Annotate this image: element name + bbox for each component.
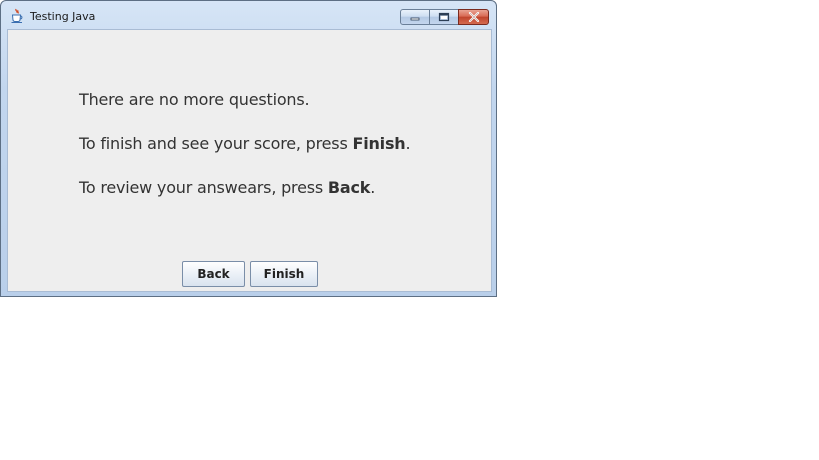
finish-button[interactable]: Finish xyxy=(250,261,318,287)
message-line-1: There are no more questions. xyxy=(79,90,310,109)
back-button[interactable]: Back xyxy=(182,261,245,287)
message-line-2-bold: Finish xyxy=(352,134,406,153)
back-instruction-text: To review your answears, press Back. xyxy=(79,178,375,197)
maximize-button[interactable] xyxy=(429,9,459,25)
finish-instruction-text: To finish and see your score, press Fini… xyxy=(79,134,411,153)
message-line-3-prefix: To review your answears, press xyxy=(79,178,328,197)
close-button[interactable] xyxy=(458,9,489,25)
window-title: Testing Java xyxy=(30,10,96,23)
message-line-3-bold: Back xyxy=(327,178,371,197)
close-icon xyxy=(468,12,479,22)
minimize-button[interactable] xyxy=(400,9,430,25)
message-line-3-suffix: . xyxy=(370,178,376,197)
no-more-questions-text: There are no more questions. xyxy=(79,90,310,109)
app-window: Testing Java There are no more questions… xyxy=(0,0,497,297)
java-cup-icon[interactable] xyxy=(9,8,25,24)
title-bar[interactable]: Testing Java xyxy=(1,1,496,29)
message-line-2-suffix: . xyxy=(405,134,411,153)
content-panel: There are no more questions. To finish a… xyxy=(7,29,492,292)
maximize-icon xyxy=(438,12,450,22)
minimize-icon xyxy=(410,17,420,21)
window-controls xyxy=(400,9,489,27)
message-line-2-prefix: To finish and see your score, press xyxy=(79,134,353,153)
